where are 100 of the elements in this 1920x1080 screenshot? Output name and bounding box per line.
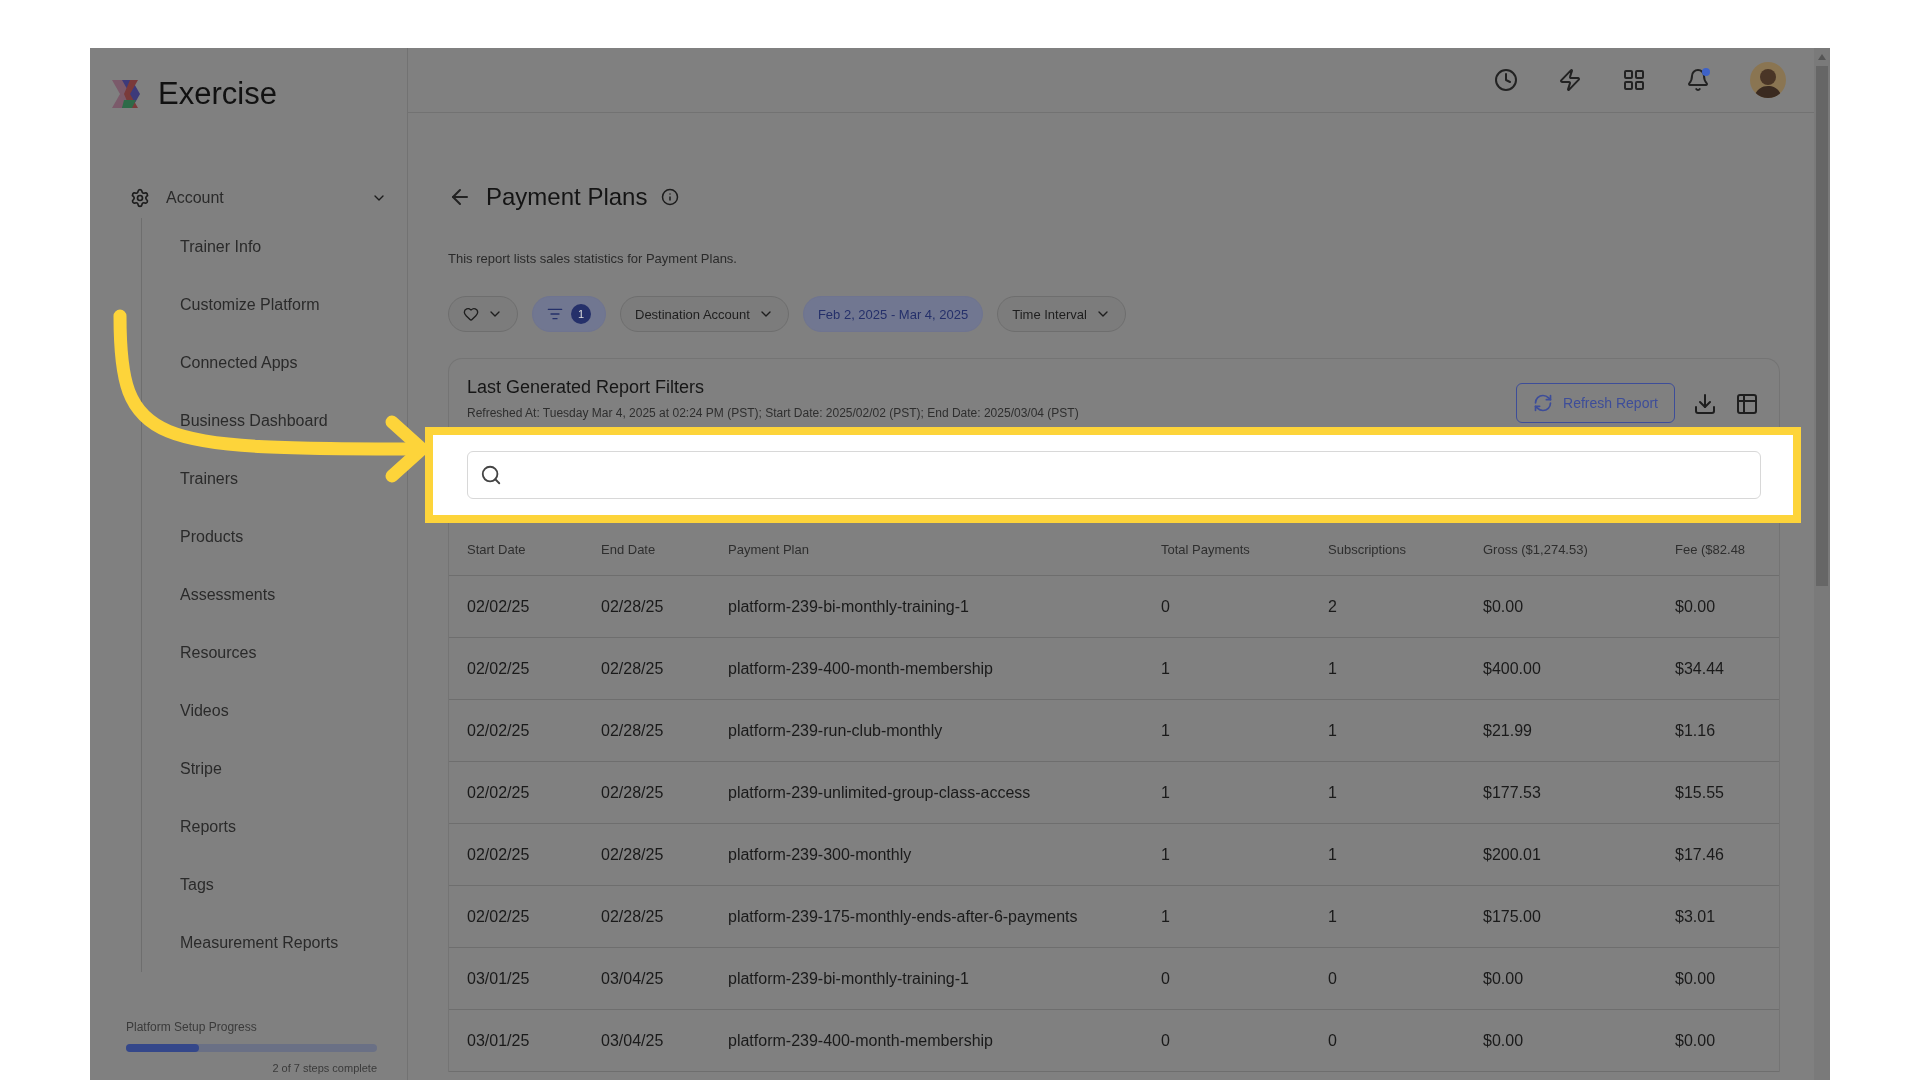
column-header: End Date bbox=[601, 541, 657, 557]
sidebar-item[interactable]: Assessments bbox=[142, 566, 407, 624]
column-header: Start Date bbox=[467, 541, 527, 557]
table-cell-text: $177.53 bbox=[1483, 783, 1542, 802]
table-cell-text: 0 bbox=[1328, 1031, 1338, 1050]
card-title: Last Generated Report Filters bbox=[467, 377, 706, 398]
logo-text: Exercise bbox=[158, 76, 277, 112]
settings-icon bbox=[130, 188, 150, 208]
progress-caption: 2 of 7 steps complete bbox=[271, 1062, 377, 1074]
filter-dropdown[interactable]: Destination Account bbox=[620, 296, 789, 332]
table-cell-text: platform-239-175-monthly-ends-after-6-payments bbox=[728, 907, 1079, 926]
table-cell-text: 1 bbox=[1328, 783, 1338, 802]
column-header: Gross ($1,274.53) bbox=[1483, 541, 1589, 557]
table-cell-text: 1 bbox=[1161, 659, 1171, 678]
column-header: Fee ($82.48 bbox=[1675, 541, 1747, 557]
table-cell-text: 1 bbox=[1161, 783, 1171, 802]
table-cell-text: platform-239-400-month-membership bbox=[728, 1031, 994, 1050]
refresh-report-button[interactable]: Refresh Report bbox=[1516, 383, 1675, 423]
apps-grid-icon[interactable] bbox=[1622, 68, 1646, 92]
sidebar-item[interactable]: Tags bbox=[142, 856, 407, 914]
table-cell-text: 02/28/25 bbox=[601, 783, 665, 802]
lightning-icon[interactable] bbox=[1558, 68, 1582, 92]
table-icon[interactable] bbox=[1735, 392, 1759, 416]
table-cell-text: 03/01/25 bbox=[467, 1031, 531, 1050]
notifications-icon[interactable] bbox=[1686, 68, 1710, 92]
table-cell-text: 1 bbox=[1161, 845, 1171, 864]
table-cell-text: 02/02/25 bbox=[467, 907, 531, 926]
table-cell-text: platform-239-unlimited-group-class-access bbox=[728, 783, 1032, 802]
table-cell-text: $0.00 bbox=[1675, 597, 1717, 616]
favorite-dropdown[interactable] bbox=[448, 296, 518, 332]
date-range-button[interactable]: Feb 2, 2025 - Mar 4, 2025 bbox=[802, 296, 984, 332]
sidebar-item[interactable]: Connected Apps bbox=[142, 334, 407, 392]
table-cell-text: $200.01 bbox=[1483, 845, 1542, 864]
table-cell-text: 0 bbox=[1161, 969, 1171, 988]
refresh-icon bbox=[1533, 393, 1554, 413]
table-cell-text: 1 bbox=[1161, 907, 1171, 926]
table-cell-text: platform-239-300-monthly bbox=[728, 845, 913, 864]
table-cell-text: $0.00 bbox=[1483, 969, 1525, 988]
table-cell-text: 1 bbox=[1161, 721, 1171, 740]
table-cell-text: 1 bbox=[1328, 659, 1338, 678]
download-icon[interactable] bbox=[1693, 392, 1717, 416]
sidebar-item[interactable]: Resources bbox=[142, 624, 407, 682]
table-cell-text: 02/02/25 bbox=[467, 845, 531, 864]
sidebar-item[interactable]: Customize Platform bbox=[142, 276, 407, 334]
table-cell-text: platform-239-bi-monthly-training-1 bbox=[728, 597, 970, 616]
section-label: Account bbox=[166, 189, 225, 207]
table-cell-text: $400.00 bbox=[1483, 659, 1542, 678]
sidebar-item[interactable]: Stripe bbox=[142, 740, 407, 798]
heart-icon bbox=[463, 306, 479, 322]
table-cell-text: 02/28/25 bbox=[601, 721, 665, 740]
table-cell-text: 2 bbox=[1328, 597, 1338, 616]
table-cell-text: $0.00 bbox=[1675, 969, 1717, 988]
sidebar-item[interactable]: Business Dashboard bbox=[142, 392, 407, 450]
sidebar-item[interactable]: Trainer Info bbox=[142, 218, 407, 276]
filter-icon bbox=[547, 306, 563, 322]
search-field[interactable] bbox=[467, 451, 1761, 499]
sidebar-item[interactable]: Reports bbox=[142, 798, 407, 856]
table-cell-text: $3.01 bbox=[1675, 907, 1717, 926]
history-icon[interactable] bbox=[1494, 68, 1518, 92]
table-cell-text: 1 bbox=[1328, 907, 1338, 926]
sidebar-item[interactable]: Products bbox=[142, 508, 407, 566]
sidebar-item[interactable]: Videos bbox=[142, 682, 407, 740]
table-cell-text: 03/01/25 bbox=[467, 969, 531, 988]
table-cell-text: 0 bbox=[1161, 1031, 1171, 1050]
table-cell-text: 02/02/25 bbox=[467, 783, 531, 802]
table-cell-text: 1 bbox=[1328, 721, 1338, 740]
table-cell-text: 02/28/25 bbox=[601, 597, 665, 616]
table-cell-text: $0.00 bbox=[1483, 1031, 1525, 1050]
table-cell-text: $17.46 bbox=[1675, 845, 1725, 864]
table-cell-text: 1 bbox=[1328, 845, 1338, 864]
sidebar-item[interactable]: Trainers bbox=[142, 450, 407, 508]
table-cell-text: platform-239-run-club-monthly bbox=[728, 721, 944, 740]
table-cell-text: 02/28/25 bbox=[601, 845, 665, 864]
table-cell-text: $15.55 bbox=[1675, 783, 1725, 802]
table-cell-text: $0.00 bbox=[1483, 597, 1525, 616]
table-cell-text: 02/02/25 bbox=[467, 721, 531, 740]
table-cell-text: 02/02/25 bbox=[467, 597, 531, 616]
table-cell-text: $21.99 bbox=[1483, 721, 1533, 740]
search-icon bbox=[480, 464, 502, 486]
table-cell-text: $175.00 bbox=[1483, 907, 1542, 926]
filter-dropdown[interactable]: Time Interval bbox=[997, 296, 1126, 332]
filter-button[interactable]: 1 bbox=[532, 296, 606, 332]
table-cell-text: $34.44 bbox=[1675, 659, 1725, 678]
table-cell-text: $0.00 bbox=[1675, 1031, 1717, 1050]
column-header: Subscriptions bbox=[1328, 541, 1408, 557]
table-cell-text: 02/28/25 bbox=[601, 659, 665, 678]
avatar[interactable] bbox=[1750, 62, 1786, 98]
table-cell-text: 02/02/25 bbox=[467, 659, 531, 678]
page-title: Payment Plans bbox=[486, 183, 648, 211]
refreshed-text: Refreshed At: Tuesday Mar 4, 2025 at 02:24 PM (PST); Start Date: 2025/02/02 (PST); End Date: 2025/03/04 (PST) bbox=[467, 406, 1080, 420]
table-cell-text: platform-239-bi-monthly-training-1 bbox=[728, 969, 970, 988]
info-icon[interactable] bbox=[661, 188, 680, 206]
column-header: Payment Plan bbox=[728, 541, 810, 557]
sidebar-item[interactable]: Measurement Reports bbox=[142, 914, 407, 972]
column-header: Total Payments bbox=[1161, 541, 1251, 557]
page-description: This report lists sales statistics for Payment Plans. bbox=[448, 251, 738, 266]
table-cell-text: 0 bbox=[1328, 969, 1338, 988]
table-cell-text: 0 bbox=[1161, 597, 1171, 616]
account-section[interactable]: Account bbox=[110, 178, 407, 218]
table-cell-text: 02/28/25 bbox=[601, 907, 665, 926]
